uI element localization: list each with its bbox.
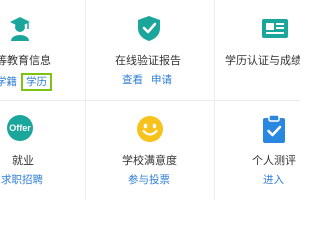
smile-icon bbox=[135, 114, 165, 142]
tile-links: 学籍 学历 bbox=[0, 73, 52, 91]
link-degree[interactable]: 学历 bbox=[21, 73, 52, 91]
tile-title: 就业 bbox=[12, 154, 34, 167]
tile-personal-assessment: 个人测评 进入 bbox=[214, 100, 300, 200]
tile-title: 等教育信息 bbox=[0, 54, 51, 67]
tile-links: 进入 bbox=[263, 173, 284, 187]
tile-title: 个人测评 bbox=[252, 154, 296, 167]
shield-check-icon bbox=[135, 14, 163, 42]
link-job-search[interactable]: 求职招聘 bbox=[1, 174, 43, 186]
tile-online-verification: 在线验证报告 查看 申请 bbox=[85, 0, 214, 100]
link-view[interactable]: 查看 bbox=[122, 74, 143, 86]
link-student-status[interactable]: 学籍 bbox=[0, 76, 17, 88]
service-grid: 等教育信息 学籍 学历 在线验证报告 查看 申请 学历认证与成绩 Offer 就… bbox=[0, 0, 300, 200]
link-enter[interactable]: 进入 bbox=[263, 174, 284, 186]
tile-links: 参与投票 bbox=[128, 173, 170, 187]
tile-links: 查看 申请 bbox=[122, 73, 172, 87]
tile-title: 学历认证与成绩 bbox=[225, 54, 300, 67]
tile-degree-certification: 学历认证与成绩 bbox=[214, 0, 300, 100]
offer-icon-text: Offer bbox=[9, 123, 31, 133]
tile-title: 在线验证报告 bbox=[115, 54, 181, 67]
offer-icon: Offer bbox=[4, 114, 36, 142]
graduate-icon bbox=[6, 14, 34, 42]
tile-links: 求职招聘 bbox=[1, 173, 43, 187]
link-vote[interactable]: 参与投票 bbox=[128, 174, 170, 186]
tile-title: 学校满意度 bbox=[122, 154, 177, 167]
tile-school-satisfaction: 学校满意度 参与投票 bbox=[85, 100, 214, 200]
clipboard-check-icon bbox=[261, 114, 287, 143]
certificate-card-icon bbox=[260, 14, 290, 42]
link-apply[interactable]: 申请 bbox=[151, 74, 172, 86]
